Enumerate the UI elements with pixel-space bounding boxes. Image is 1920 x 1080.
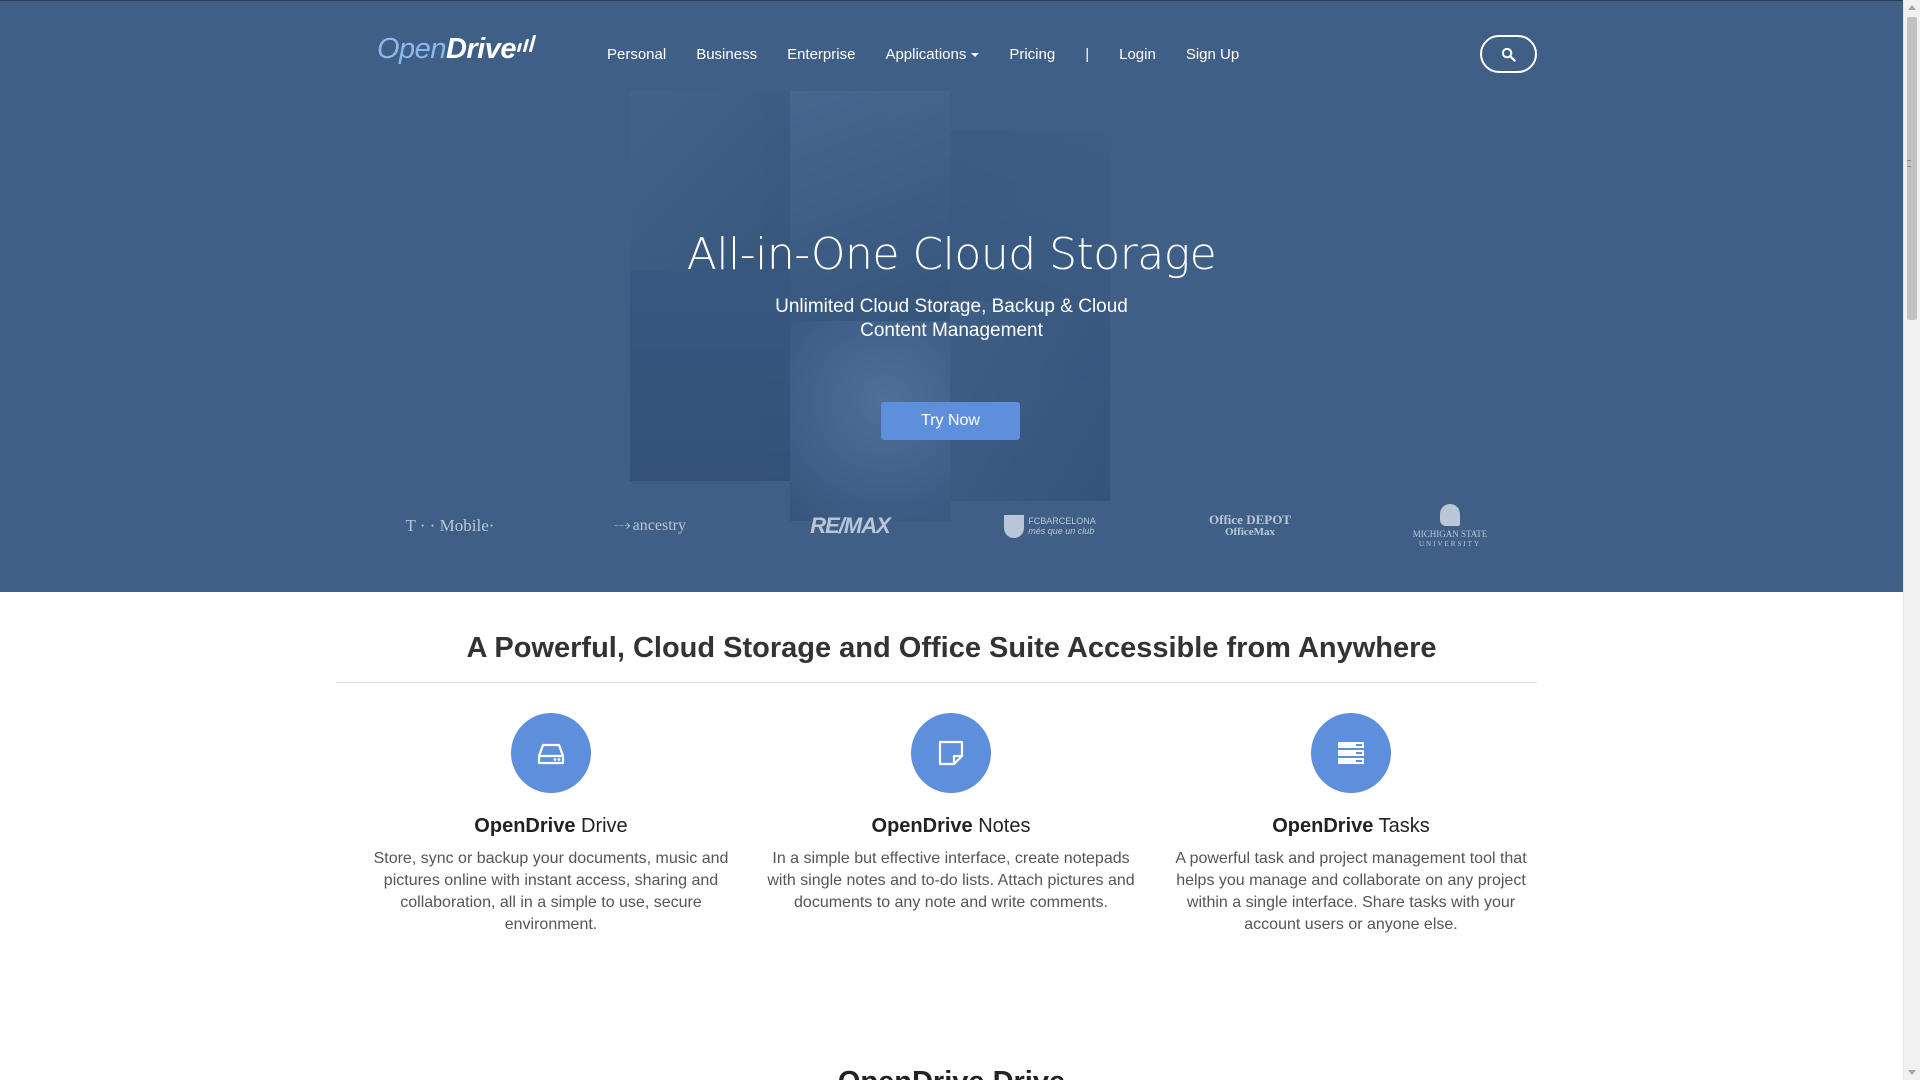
scrollbar-thumb[interactable] bbox=[1907, 17, 1917, 320]
hero-section: OpenDrive Personal Business Enterprise A… bbox=[0, 0, 1903, 592]
nav-applications[interactable]: Applications bbox=[885, 46, 980, 63]
main-nav: Personal Business Enterprise Application… bbox=[607, 46, 1269, 63]
ancestry-text: ancestry bbox=[632, 517, 686, 534]
features-divider bbox=[336, 682, 1537, 683]
tmobile-logo: T · · Mobile· bbox=[405, 516, 495, 535]
logo-bars-icon bbox=[516, 35, 537, 52]
fcbarcelona-logo: FCBARCELONA més que un club bbox=[1000, 501, 1100, 551]
feature-drive-description: Store, sync or backup your documents, mu… bbox=[373, 850, 729, 933]
fcb-motto: més que un club bbox=[1028, 526, 1095, 536]
caret-down-icon bbox=[971, 52, 980, 57]
officedepot-text: Office DEPOT bbox=[1209, 512, 1291, 527]
spartan-helmet-icon bbox=[1440, 503, 1460, 526]
officemax-text: OfficeMax bbox=[1224, 526, 1276, 538]
nav-enterprise[interactable]: Enterprise bbox=[787, 46, 855, 63]
nav-login[interactable]: Login bbox=[1119, 46, 1156, 63]
search-button[interactable] bbox=[1480, 35, 1537, 73]
drive-icon bbox=[511, 713, 591, 793]
nav-applications-label: Applications bbox=[885, 46, 967, 63]
remax-logo: RE/MAX bbox=[810, 513, 891, 538]
feature-notes-description: In a simple but effective interface, cre… bbox=[767, 850, 1135, 911]
msu-name: MICHIGAN STATE bbox=[1412, 528, 1488, 539]
feature-tasks-title: OpenDrive Tasks bbox=[1272, 815, 1430, 837]
logo-text: OpenDrive bbox=[377, 33, 517, 65]
feature-drive: OpenDrive Drive Store, sync or backup yo… bbox=[361, 713, 741, 936]
scroll-up-icon[interactable] bbox=[1908, 5, 1916, 10]
michigan-state-logo: MICHIGAN STATE UNIVERSITY bbox=[1400, 501, 1500, 551]
feature-tasks: OpenDrive Tasks A powerful task and proj… bbox=[1161, 713, 1541, 936]
feature-notes: OpenDrive Notes In a simple but effectiv… bbox=[761, 713, 1141, 914]
ancestry-leaf-icon: ⤏ bbox=[614, 517, 631, 534]
scrollbar-grip-icon bbox=[1907, 160, 1911, 167]
hero-subtitle: Unlimited Cloud Storage, Backup & Cloud … bbox=[775, 296, 1128, 341]
msu-university: UNIVERSITY bbox=[1419, 539, 1481, 548]
officedepot-logo: Office DEPOT OfficeMax bbox=[1200, 501, 1300, 551]
opendrive-logo[interactable]: OpenDrive bbox=[377, 26, 537, 66]
search-icon bbox=[1501, 47, 1516, 62]
ancestry-logo: ⤏ ancestry bbox=[600, 501, 700, 551]
try-now-button[interactable]: Try Now bbox=[881, 402, 1020, 440]
note-icon bbox=[911, 713, 991, 793]
page-scrollbar[interactable] bbox=[1903, 0, 1920, 1080]
nav-pricing[interactable]: Pricing bbox=[1009, 46, 1055, 63]
nav-separator: | bbox=[1085, 46, 1090, 63]
site-header: OpenDrive Personal Business Enterprise A… bbox=[0, 1, 1903, 109]
feature-tasks-description: A powerful task and project management t… bbox=[1175, 850, 1527, 933]
nav-business[interactable]: Business bbox=[696, 46, 757, 63]
next-section-heading: OpenDrive Drive bbox=[0, 1066, 1903, 1080]
fcb-shield-icon bbox=[1004, 514, 1025, 538]
feature-drive-title: OpenDrive Drive bbox=[474, 815, 628, 837]
nav-sign-up[interactable]: Sign Up bbox=[1186, 46, 1239, 63]
fcb-name: FCBARCELONA bbox=[1028, 516, 1096, 526]
nav-personal[interactable]: Personal bbox=[607, 46, 666, 63]
features-heading: A Powerful, Cloud Storage and Office Sui… bbox=[466, 632, 1437, 664]
partner-logos: T · · Mobile· ⤏ ancestry RE/MAX FCBARCEL… bbox=[400, 501, 1503, 551]
feature-notes-title: OpenDrive Notes bbox=[871, 815, 1031, 837]
scroll-down-icon[interactable] bbox=[1908, 1070, 1916, 1075]
hero-title: All-in-One Cloud Storage bbox=[686, 229, 1217, 280]
tasks-icon bbox=[1311, 713, 1391, 793]
page: OpenDrive Personal Business Enterprise A… bbox=[0, 0, 1903, 1080]
